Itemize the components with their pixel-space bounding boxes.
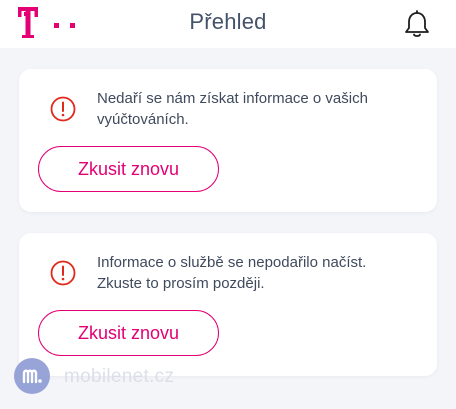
billing-error-card: Nedaří se nám získat informace o vašich … bbox=[19, 69, 437, 212]
retry-button[interactable]: Zkusit znovu bbox=[38, 310, 219, 356]
error-message: Informace o službě se nepodařilo načíst.… bbox=[97, 254, 367, 292]
app-header: Přehled bbox=[0, 0, 456, 48]
watermark: mobilenet.cz bbox=[14, 358, 214, 398]
watermark-text: mobilenet.cz bbox=[64, 366, 175, 387]
bell-icon[interactable] bbox=[404, 10, 430, 38]
alert-circle-icon bbox=[50, 260, 76, 286]
watermark-logo-icon bbox=[14, 358, 50, 394]
alert-circle-icon bbox=[50, 96, 76, 122]
error-message: Nedaří se nám získat informace o vašich … bbox=[97, 90, 368, 128]
page-title: Přehled bbox=[189, 9, 267, 34]
overview-content: Nedaří se nám získat informace o vašich … bbox=[0, 48, 456, 409]
retry-button[interactable]: Zkusit znovu bbox=[38, 146, 219, 192]
service-error-card: Informace o službě se nepodařilo načíst.… bbox=[19, 233, 437, 376]
